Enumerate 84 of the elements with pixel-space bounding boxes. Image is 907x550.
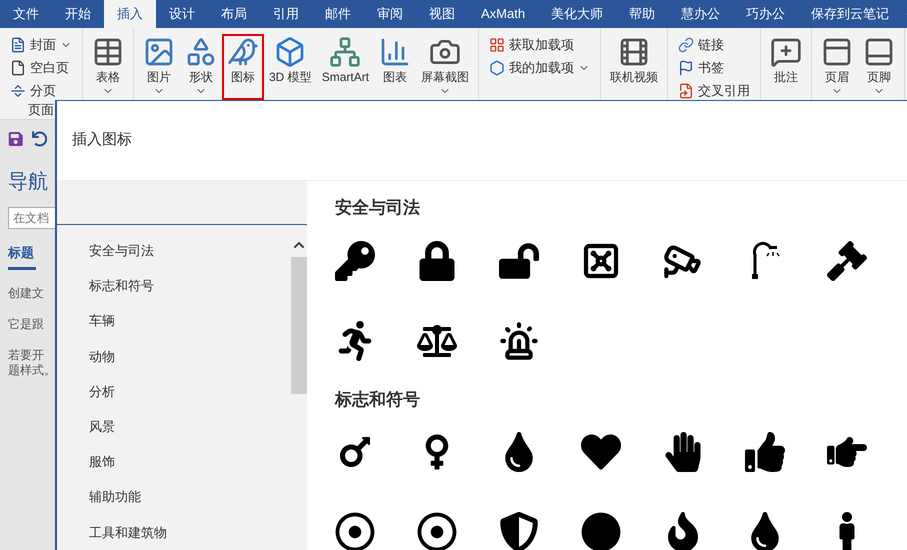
ribbon-button[interactable]: 图标 xyxy=(222,34,264,100)
help-text: 若要开 xyxy=(8,348,45,362)
table-icon xyxy=(92,36,124,68)
ribbon-button[interactable]: 图片 xyxy=(138,34,180,100)
diagram-icon xyxy=(329,36,362,68)
flag-icon xyxy=(678,60,694,76)
help-text: 创建文 xyxy=(8,286,45,300)
ribbon-tab[interactable]: 慧办公 xyxy=(668,0,734,28)
ribbon-button[interactable]: 书签 xyxy=(672,57,756,78)
ribbon-button[interactable]: 分页 xyxy=(4,80,78,101)
ribbon-tab[interactable]: 邮件 xyxy=(312,0,364,28)
dialog-title: 插入图标 xyxy=(72,130,132,150)
shield-icon[interactable] xyxy=(499,512,539,550)
hand-icon[interactable] xyxy=(663,432,703,472)
pane-title: 导航 xyxy=(8,170,47,195)
ribbon-button[interactable]: 页脚 xyxy=(858,34,900,100)
category-item[interactable]: 工具和建筑物 xyxy=(57,514,291,550)
ribbon-button[interactable]: 联机视频 xyxy=(605,34,664,100)
category-item[interactable]: 安全与司法 xyxy=(57,233,291,268)
ribbon-button[interactable]: SmartArt xyxy=(316,34,374,100)
ribbon-button[interactable]: 图表 xyxy=(374,34,416,100)
ribbon-tab[interactable]: 插入 xyxy=(104,0,156,28)
scrollbar-thumb[interactable] xyxy=(291,257,307,394)
gavel-icon[interactable] xyxy=(827,240,867,280)
category-item[interactable]: 辅助功能 xyxy=(57,480,291,515)
category-item[interactable]: 动物 xyxy=(57,338,291,374)
ribbon-button[interactable]: 3D 模型 xyxy=(264,34,317,100)
category-item[interactable]: 标志和符号 xyxy=(57,268,291,304)
ribbon-button[interactable]: 交叉引用 xyxy=(672,80,756,101)
category-item[interactable]: 车辆 xyxy=(57,303,291,339)
picture-icon xyxy=(143,36,175,68)
thumbs-up-icon[interactable] xyxy=(745,432,785,472)
page-break-icon xyxy=(10,82,26,98)
bird-icon xyxy=(227,36,259,68)
ribbon-tab[interactable]: AxMath xyxy=(468,0,538,28)
bar-chart-icon xyxy=(379,36,412,68)
ribbon-button[interactable]: 我的加载项 xyxy=(483,57,596,78)
siren-icon[interactable] xyxy=(499,320,539,360)
category-item[interactable]: 风景 xyxy=(57,409,291,444)
ribbon-tab[interactable]: 设计 xyxy=(156,0,208,28)
section-heading: 安全与司法 xyxy=(335,197,421,219)
ribbon-tab[interactable]: 视图 xyxy=(416,0,468,28)
ribbon-tab[interactable]: 美化大师 xyxy=(538,0,616,28)
ribbon-button[interactable]: 页眉 xyxy=(816,34,858,100)
ribbon-button[interactable]: 获取加载项 xyxy=(483,34,596,55)
save-icon[interactable] xyxy=(8,131,24,147)
help-text: 题样式。 xyxy=(8,362,47,378)
group-label: 页面 xyxy=(27,101,55,119)
footer-icon xyxy=(863,36,896,68)
film-icon xyxy=(618,36,650,68)
blank-page-icon xyxy=(10,60,26,76)
undo-icon[interactable] xyxy=(32,131,47,147)
cross-reference-icon xyxy=(678,82,694,98)
ribbon-tab[interactable]: 引用 xyxy=(260,0,312,28)
key-icon[interactable] xyxy=(335,240,375,280)
ribbon-button[interactable]: 形状 xyxy=(180,34,222,100)
heart-icon[interactable] xyxy=(581,432,621,472)
search-field[interactable]: 在文档 xyxy=(8,207,55,229)
ribbon-tab[interactable]: 保存到云笔记 xyxy=(798,0,902,28)
comment-icon xyxy=(770,36,802,68)
ribbon-tab[interactable]: 帮助 xyxy=(616,0,668,28)
section-heading: 标志和符号 xyxy=(335,388,421,410)
link-icon xyxy=(678,36,694,52)
ribbon-tab[interactable]: 巧办公 xyxy=(733,0,798,28)
help-text: 它是跟 xyxy=(8,316,45,332)
shapes-icon xyxy=(185,36,217,68)
header-icon xyxy=(821,36,854,68)
lock-icon[interactable] xyxy=(417,240,457,280)
cover-page-icon xyxy=(10,36,26,52)
ribbon-button[interactable]: 空白页 xyxy=(4,57,78,78)
pane-tab[interactable]: 标题 xyxy=(8,243,36,270)
category-item[interactable]: 分析 xyxy=(57,374,291,410)
ribbon-tab[interactable]: 布局 xyxy=(208,0,260,28)
ribbon-tab[interactable]: 审阅 xyxy=(364,0,416,28)
ribbon-button[interactable]: 链接 xyxy=(672,34,756,55)
category-item[interactable]: 服饰 xyxy=(57,444,291,480)
grid-icon xyxy=(489,36,506,52)
ribbon-button[interactable]: 屏幕截图 xyxy=(416,34,474,100)
ribbon-button[interactable]: 封面 xyxy=(4,34,78,55)
unlocked-lock-icon[interactable] xyxy=(499,240,539,280)
ribbon-tab[interactable]: 文件 xyxy=(0,0,52,28)
ribbon-button[interactable]: 批注 xyxy=(765,34,808,100)
ribbon-tab[interactable]: 开始 xyxy=(52,0,104,28)
ribbon-button[interactable]: 表格 xyxy=(87,34,129,100)
